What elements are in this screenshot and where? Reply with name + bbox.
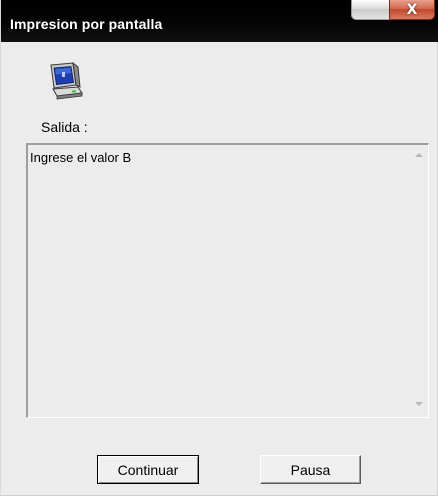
caption-blank-button [351,0,389,20]
scroll-down-arrow-icon[interactable] [415,402,423,406]
pause-button[interactable]: Pausa [260,455,361,484]
output-textarea[interactable]: Ingrese el valor B [26,143,429,418]
close-button[interactable]: X [389,0,435,20]
title-bar[interactable]: Impresion por pantalla X [1,0,438,42]
scroll-up-arrow-icon[interactable] [415,153,423,157]
output-text: Ingrese el valor B [30,150,132,165]
dialog-window: Impresion por pantalla X Salida : Ingres… [0,0,438,496]
close-icon: X [406,1,418,18]
window-title: Impresion por pantalla [10,16,163,32]
computer-monitor-icon [50,61,83,100]
caption-buttons: X [351,0,435,22]
output-label: Salida : [41,119,88,135]
continue-button[interactable]: Continuar [97,455,199,484]
